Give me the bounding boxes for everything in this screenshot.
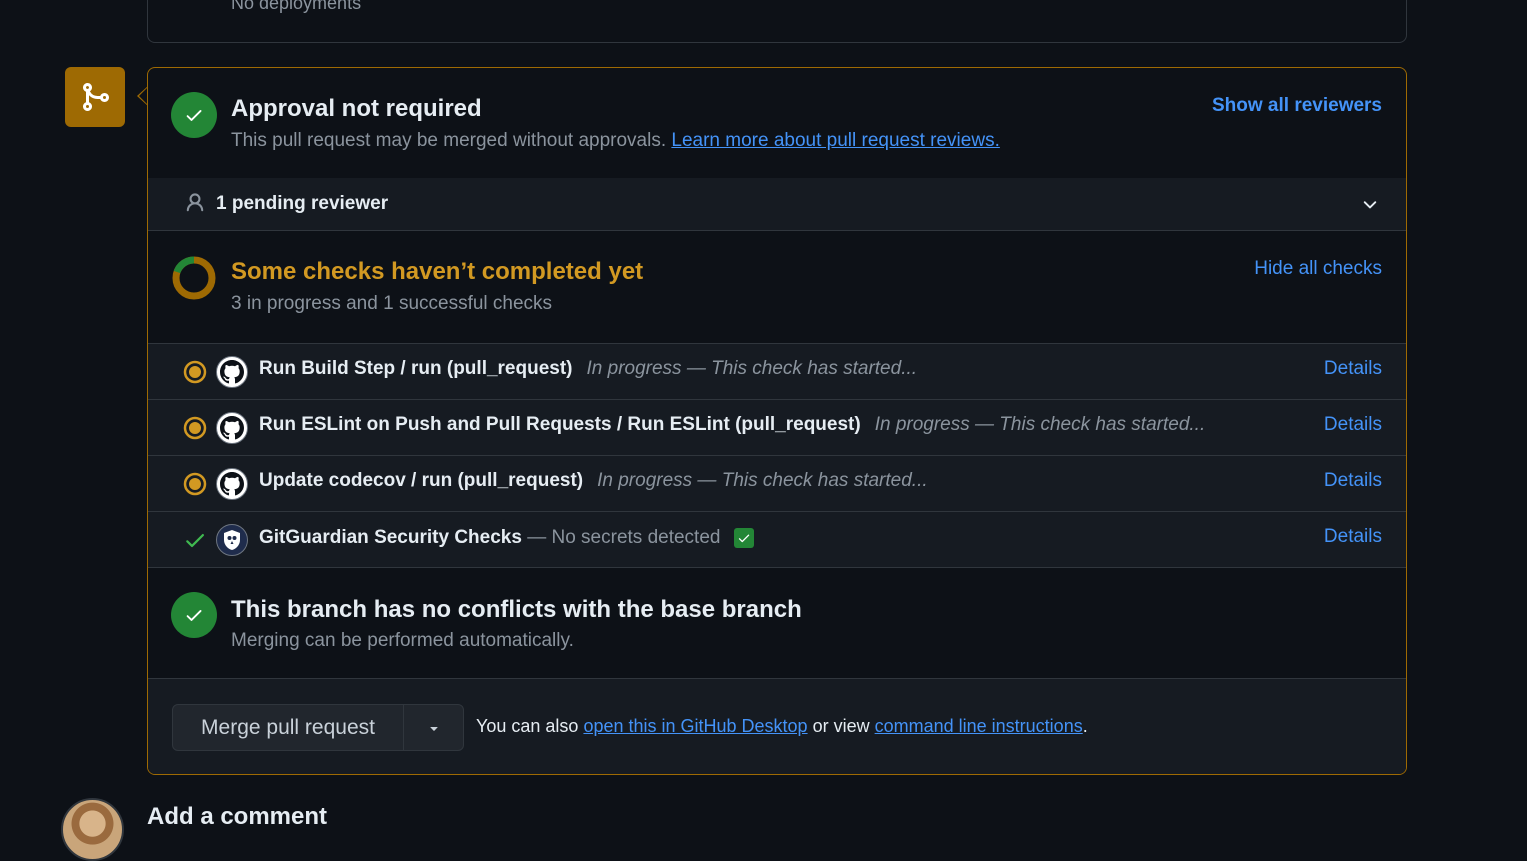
check-row: Update codecov / run (pull_request) In pr… bbox=[148, 455, 1406, 511]
checks-pending-donut-icon bbox=[172, 256, 216, 300]
deployments-box: No deployments bbox=[147, 0, 1407, 43]
checks-section: Some checks haven’t completed yet 3 in p… bbox=[148, 231, 1406, 343]
check-mark-icon bbox=[186, 534, 204, 548]
also-text: You can also bbox=[476, 716, 579, 736]
gitguardian-icon bbox=[216, 524, 248, 556]
check-row: GitGuardian Security Checks — No secrets… bbox=[148, 511, 1406, 567]
check-description: In progress — This check has started... bbox=[586, 358, 918, 379]
conflicts-section: This branch has no conflicts with the ba… bbox=[148, 567, 1406, 678]
github-icon bbox=[216, 356, 248, 388]
approval-check-icon bbox=[171, 92, 217, 138]
merge-options-dropdown[interactable] bbox=[404, 705, 464, 750]
check-name: Update codecov / run (pull_request) In pr… bbox=[259, 470, 928, 492]
check-name-text: Run Build Step / run (pull_request) bbox=[259, 358, 573, 379]
merge-pull-request-button-group: Merge pull request bbox=[172, 704, 464, 751]
check-name-text: GitGuardian Security Checks bbox=[259, 527, 522, 548]
deployments-text: No deployments bbox=[231, 0, 362, 13]
check-description: In progress — This check has started... bbox=[597, 470, 928, 491]
in-progress-dot-icon bbox=[183, 360, 207, 384]
pending-reviewer-text: 1 pending reviewer bbox=[216, 193, 389, 214]
github-icon bbox=[216, 412, 248, 444]
period-text: . bbox=[1082, 716, 1088, 736]
check-row: Run Build Step / run (pull_request) In pr… bbox=[148, 343, 1406, 399]
conflicts-subtitle: Merging can be performed automatically. bbox=[231, 630, 574, 651]
check-name: Run ESLint on Push and Pull Requests / R… bbox=[259, 414, 1205, 436]
conflicts-title: This branch has no conflicts with the ba… bbox=[231, 596, 802, 623]
checks-subtitle: 3 in progress and 1 successful checks bbox=[231, 293, 553, 314]
check-details-link[interactable]: Details bbox=[1324, 470, 1382, 492]
pending-reviewer-row[interactable]: 1 pending reviewer bbox=[148, 178, 1406, 231]
avatar[interactable] bbox=[61, 798, 124, 861]
in-progress-dot-icon bbox=[183, 416, 207, 440]
approval-subtitle: This pull request may be merged without … bbox=[231, 130, 1000, 152]
open-in-desktop-link[interactable]: open this in GitHub Desktop bbox=[583, 716, 807, 736]
check-description: — No secrets detected bbox=[527, 527, 721, 548]
checks-title: Some checks haven’t completed yet bbox=[231, 258, 644, 285]
person-icon bbox=[186, 193, 204, 212]
check-name-text: Update codecov / run (pull_request) bbox=[259, 470, 584, 491]
in-progress-dot-icon bbox=[183, 472, 207, 496]
learn-more-link[interactable]: Learn more about pull request reviews. bbox=[671, 130, 999, 151]
merge-status-badge bbox=[65, 67, 125, 127]
check-details-link[interactable]: Details bbox=[1324, 526, 1382, 548]
merge-alternatives-text: You can also open this in GitHub Desktop… bbox=[476, 716, 1088, 737]
show-all-reviewers-link[interactable]: Show all reviewers bbox=[1212, 95, 1382, 117]
merge-box: Approval not required This pull request … bbox=[147, 67, 1407, 775]
add-comment-title: Add a comment bbox=[147, 803, 328, 830]
hide-all-checks-link[interactable]: Hide all checks bbox=[1254, 258, 1382, 280]
merge-pull-request-button[interactable]: Merge pull request bbox=[173, 705, 403, 750]
check-details-link[interactable]: Details bbox=[1324, 414, 1382, 436]
check-description: In progress — This check has started... bbox=[874, 414, 1206, 435]
check-name: GitGuardian Security Checks — No secrets… bbox=[259, 526, 754, 549]
check-name: Run Build Step / run (pull_request) In pr… bbox=[259, 358, 917, 380]
checkbox-emoji-icon bbox=[733, 528, 754, 548]
check-details-link[interactable]: Details bbox=[1324, 358, 1382, 380]
conflicts-check-icon bbox=[171, 592, 217, 638]
or-view-text: or view bbox=[812, 716, 870, 736]
git-merge-icon bbox=[83, 83, 110, 111]
merge-footer: Merge pull request You can also open thi… bbox=[148, 678, 1406, 774]
github-icon bbox=[216, 468, 248, 500]
check-row: Run ESLint on Push and Pull Requests / R… bbox=[148, 399, 1406, 455]
approval-section: Approval not required This pull request … bbox=[148, 68, 1406, 178]
approval-title: Approval not required bbox=[231, 95, 482, 122]
approval-subtitle-text: This pull request may be merged without … bbox=[231, 130, 667, 151]
check-name-text: Run ESLint on Push and Pull Requests / R… bbox=[259, 414, 861, 435]
command-line-instructions-link[interactable]: command line instructions bbox=[875, 716, 1083, 736]
triangle-down-icon bbox=[430, 726, 438, 731]
chevron-down-icon[interactable] bbox=[1360, 195, 1380, 215]
